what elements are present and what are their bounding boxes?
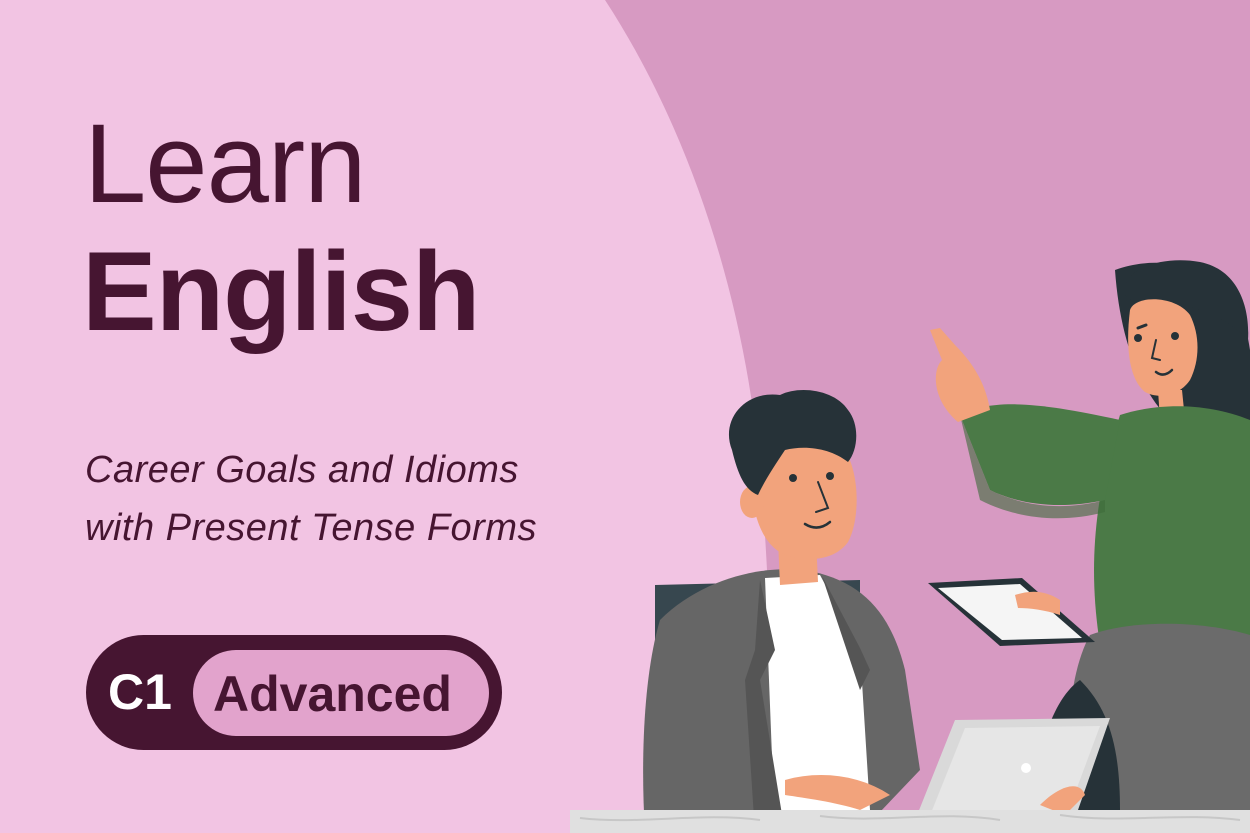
lesson-subtitle: Career Goals and Idioms with Present Ten… [85, 441, 537, 557]
level-name-pill: Advanced [193, 650, 489, 736]
colleagues-illustration [570, 260, 1250, 833]
subtitle-line-1: Career Goals and Idioms [85, 449, 519, 491]
title-english: English [82, 229, 480, 354]
desk [570, 810, 1250, 833]
subtitle-line-2: with Present Tense Forms [85, 507, 537, 549]
level-code: C1 [108, 664, 172, 720]
level-badge: C1 Advanced [86, 635, 502, 750]
title-learn: Learn [84, 101, 366, 226]
level-name: Advanced [213, 666, 452, 722]
tablet-woman [928, 578, 1095, 646]
